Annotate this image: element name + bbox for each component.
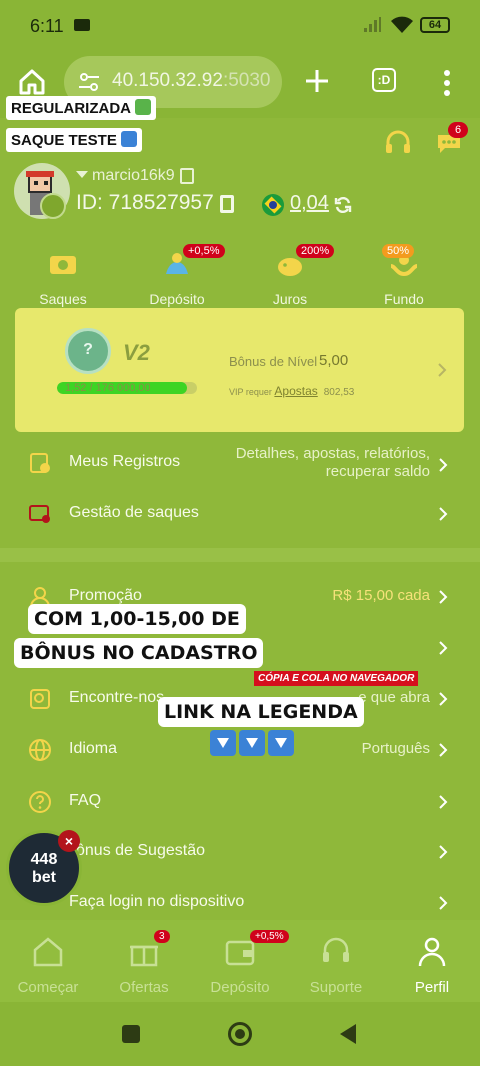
bottom-nav: Começar Ofertas 3 Depósito +0,5% Suporte…	[0, 920, 480, 1002]
user-id: ID: 718527957	[76, 191, 214, 214]
vip-medal-icon: ?	[65, 328, 111, 374]
home-icon[interactable]	[18, 68, 46, 96]
username[interactable]: marcio16k9	[76, 167, 175, 185]
chevron-right-icon	[439, 896, 448, 910]
profile-icon	[418, 937, 446, 967]
deposito-badge: +0,5%	[250, 930, 289, 943]
down-arrows-icon	[210, 730, 297, 761]
chevron-right-icon	[439, 458, 448, 472]
find-us-icon	[30, 689, 50, 709]
chevron-right-icon	[439, 590, 448, 604]
nav-perfil[interactable]: Perfil	[384, 936, 480, 996]
battery-icon: 64	[420, 17, 450, 33]
quick-saques[interactable]: Saques	[23, 248, 103, 307]
menu-meus-registros[interactable]: Meus Registros Detalhes, apostas, relató…	[0, 441, 480, 491]
nav-deposito[interactable]: Depósito +0,5%	[192, 930, 289, 996]
chevron-right-icon	[439, 641, 448, 655]
top-stickers: REGULARIZADA SAQUE TESTE	[6, 96, 156, 160]
check-emoji-icon	[135, 99, 151, 115]
overlay-link-legenda: LINK NA LEGENDA	[158, 697, 364, 727]
chevron-right-icon	[438, 363, 447, 377]
arrow-right-emoji-icon	[120, 131, 137, 147]
bubble-close-button[interactable]: ×	[58, 830, 80, 852]
nav-suporte[interactable]: Suporte	[288, 936, 384, 996]
sticker-regularizada: REGULARIZADA	[6, 96, 156, 120]
question-icon	[29, 791, 51, 813]
quick-deposito[interactable]: Depósito +0,5%	[137, 244, 225, 307]
status-bar: 6:11 64	[0, 0, 480, 52]
balance: 0,04	[290, 192, 329, 214]
url-text[interactable]: 40.150.32.92:5030	[112, 70, 271, 92]
sticker-saque-teste: SAQUE TESTE	[6, 128, 142, 152]
wifi-icon	[391, 16, 413, 33]
back-button[interactable]	[340, 1024, 356, 1044]
withdraw-icon	[50, 256, 76, 274]
chevron-right-icon	[439, 507, 448, 521]
copy-id-icon[interactable]	[220, 195, 234, 213]
overlay-copy-tag: CÓPIA E COLA NO NAVEGADOR	[254, 671, 419, 686]
deposit-badge: +0,5%	[183, 244, 225, 258]
refresh-icon[interactable]	[334, 196, 352, 214]
ofertas-badge: 3	[154, 930, 170, 943]
system-nav-bar	[0, 1002, 480, 1066]
status-time: 6:11	[30, 16, 64, 36]
chevron-right-icon	[439, 692, 448, 706]
headset-icon	[323, 937, 349, 962]
apostas-link[interactable]: Apostas	[274, 384, 317, 398]
tab-switcher-button[interactable]: :D	[372, 68, 396, 92]
quick-juros[interactable]: Juros 200%	[250, 244, 335, 307]
chevron-right-icon	[439, 845, 448, 859]
overlay-bonus-line2: BÔNUS NO CADASTRO	[14, 638, 264, 668]
nav-ofertas[interactable]: Ofertas 3	[96, 930, 192, 996]
bonus-value: 5,00	[319, 352, 349, 369]
overlay-bonus-line1: COM 1,00-15,00 DE	[28, 604, 246, 634]
bonus-label: Bônus de Nível	[229, 354, 318, 369]
record-icon	[74, 19, 90, 31]
chat-badge: 6	[448, 122, 468, 138]
new-tab-icon[interactable]	[304, 68, 330, 94]
more-menu-icon[interactable]	[442, 70, 452, 96]
quick-fundo[interactable]: Fundo 50%	[364, 244, 444, 307]
copy-username-icon[interactable]	[180, 168, 194, 184]
vip-progress-text: 1,52 / 176 000,00	[65, 382, 151, 394]
menu-gestao-saques[interactable]: Gestão de saques	[0, 492, 480, 536]
section-divider	[0, 548, 480, 562]
juros-badge: 200%	[296, 244, 335, 258]
vip-card[interactable]: ? V2 1,52 / 176 000,00 Bônus de Nível 5,…	[15, 308, 464, 432]
dropdown-icon	[76, 171, 88, 178]
records-icon	[30, 453, 50, 473]
vip-level: V2	[123, 340, 150, 365]
home-icon	[33, 937, 63, 967]
withdraw-manage-icon	[29, 505, 50, 523]
chevron-right-icon	[439, 743, 448, 757]
recents-button[interactable]	[122, 1025, 140, 1043]
support-headset-icon[interactable]	[384, 130, 412, 156]
site-settings-icon[interactable]	[78, 72, 100, 92]
fundo-badge: 50%	[382, 244, 415, 258]
menu-faq[interactable]: FAQ	[0, 780, 480, 824]
chevron-right-icon	[439, 795, 448, 809]
globe-icon	[29, 739, 51, 761]
home-button[interactable]	[228, 1022, 252, 1046]
nav-comecar[interactable]: Começar	[0, 936, 96, 996]
brazil-flag-icon	[262, 194, 284, 216]
signal-icon	[364, 17, 381, 32]
edit-avatar-icon[interactable]	[40, 193, 66, 219]
vip-requirement: VIP requer Apostas 802,53	[229, 384, 355, 398]
